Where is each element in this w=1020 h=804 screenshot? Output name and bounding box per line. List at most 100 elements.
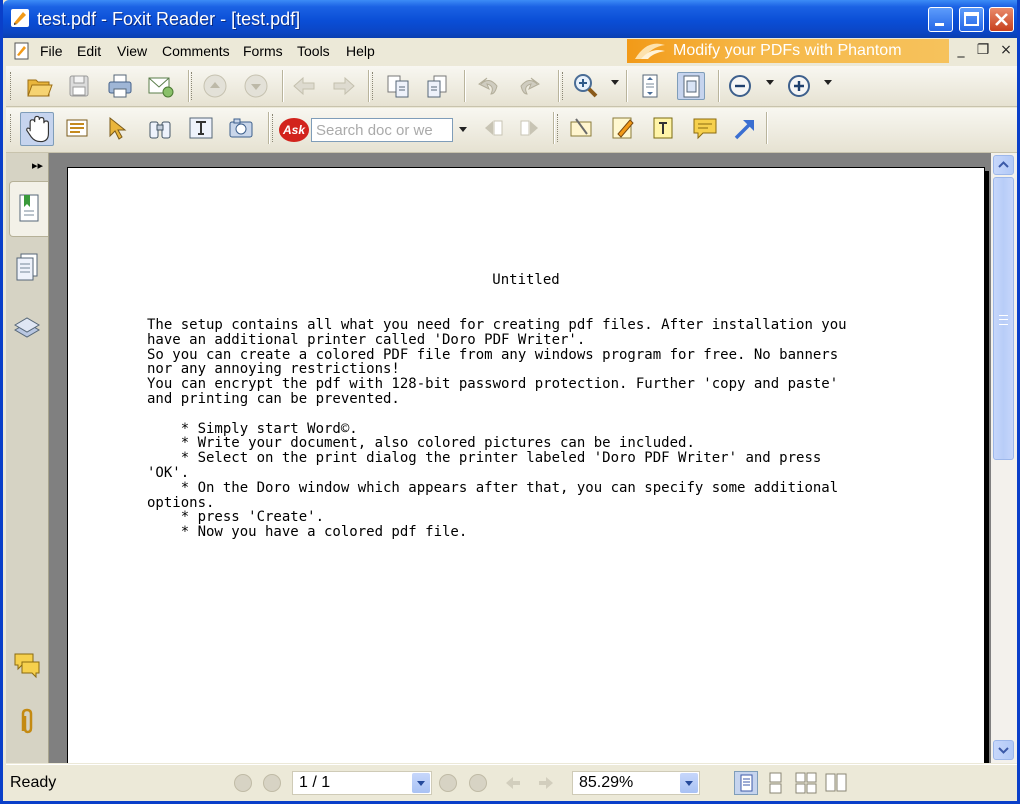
insert-page-button[interactable] [424, 72, 452, 100]
zoom-out-button[interactable] [726, 72, 754, 100]
menu-forms[interactable]: Forms [243, 43, 283, 59]
pages-thumbnail-icon[interactable] [12, 251, 42, 283]
previous-page-status-button[interactable] [263, 774, 281, 792]
attach-file-button[interactable] [567, 114, 595, 142]
back-arrow-icon [293, 76, 315, 96]
search-previous-button[interactable] [479, 114, 507, 142]
scroll-thumb[interactable] [993, 177, 1014, 460]
email-button[interactable] [146, 72, 174, 100]
continuous-view-icon[interactable] [764, 771, 788, 795]
maximize-icon [964, 12, 979, 26]
fit-page-icon [642, 74, 658, 98]
forward-view-icon[interactable] [536, 773, 556, 793]
zoom-out-dropdown[interactable] [766, 80, 774, 85]
toolbar-grip[interactable] [557, 114, 561, 142]
zoom-level-field[interactable]: 85.29% [572, 771, 700, 795]
hand-tool-button[interactable] [20, 112, 54, 146]
mdi-close-button[interactable]: × [995, 40, 1017, 60]
text-box-button[interactable] [649, 114, 677, 142]
next-page-status-button[interactable] [439, 774, 457, 792]
note-button[interactable] [691, 114, 719, 142]
search-next-button[interactable] [516, 114, 544, 142]
toolbar-grip[interactable] [272, 114, 276, 142]
fit-page-button[interactable] [636, 72, 664, 100]
redo-button[interactable] [515, 72, 543, 100]
toolbar-grip[interactable] [10, 72, 14, 100]
bookmark-icon [19, 194, 39, 222]
snapshot-button[interactable] [227, 114, 255, 142]
text-select-tool-button[interactable] [63, 114, 91, 142]
down-arrow-icon [244, 74, 268, 98]
bookmarks-tab[interactable] [9, 181, 48, 237]
back-button[interactable] [290, 72, 318, 100]
text-box-icon [653, 117, 673, 139]
toolbar-separator [766, 112, 768, 144]
single-page-view-icon[interactable] [734, 771, 758, 795]
status-bar: Ready 1 / 1 85.29% [6, 764, 1017, 801]
typewriter-button[interactable] [187, 114, 215, 142]
page-number-field[interactable]: 1 / 1 [292, 771, 432, 795]
pdf-page[interactable]: Untitled The setup contains all what you… [67, 167, 985, 763]
undo-button[interactable] [475, 72, 503, 100]
chevron-down-icon [998, 747, 1009, 754]
zoom-in-button[interactable] [785, 72, 813, 100]
scroll-up-button[interactable] [993, 155, 1014, 175]
toolbar-separator [268, 112, 270, 144]
document-viewport[interactable]: Untitled The setup contains all what you… [49, 153, 991, 763]
search-dropdown[interactable] [459, 127, 467, 132]
menu-help[interactable]: Help [346, 43, 375, 59]
back-view-icon[interactable] [503, 773, 523, 793]
sidebar-expand-toggle[interactable]: ▸▸ [32, 159, 43, 172]
find-button[interactable] [146, 114, 174, 142]
scroll-down-button[interactable] [993, 740, 1014, 760]
document-body-text: The setup contains all what you need for… [147, 317, 847, 541]
printer-icon [108, 74, 132, 98]
menu-file[interactable]: File [40, 43, 63, 59]
print-button[interactable] [106, 72, 134, 100]
close-button[interactable] [989, 7, 1014, 32]
vertical-scrollbar[interactable] [991, 153, 1017, 763]
undo-icon [478, 77, 498, 95]
pencil-tool-button[interactable] [609, 114, 637, 142]
save-button[interactable] [65, 72, 93, 100]
phantom-promo-banner[interactable]: Modify your PDFs with Phantom [627, 39, 949, 63]
up-arrow-icon [203, 74, 227, 98]
attachments-paperclip-icon[interactable] [12, 706, 42, 738]
open-button[interactable] [25, 72, 53, 100]
extract-page-button[interactable] [384, 72, 412, 100]
maximize-button[interactable] [959, 7, 984, 32]
first-page-button[interactable] [234, 774, 252, 792]
attachment-note-icon [570, 118, 592, 137]
mdi-minimize-button[interactable]: _ [950, 40, 972, 60]
zoom-in-dropdown[interactable] [824, 80, 832, 85]
select-tool-button[interactable] [104, 114, 132, 142]
comment-note-icon [693, 118, 717, 140]
zoom-dropdown-button[interactable] [680, 773, 698, 793]
toolbar-grip[interactable] [10, 114, 14, 142]
title-bar[interactable]: test.pdf - Foxit Reader - [test.pdf] [3, 0, 1017, 38]
layers-icon[interactable] [12, 310, 42, 342]
page-dropdown-button[interactable] [412, 773, 430, 793]
menu-view[interactable]: View [117, 43, 147, 59]
comments-panel-icon[interactable] [12, 650, 42, 682]
next-page-button[interactable] [242, 72, 270, 100]
menu-edit[interactable]: Edit [77, 43, 101, 59]
previous-page-button[interactable] [201, 72, 229, 100]
search-previous-icon [485, 120, 503, 136]
search-input[interactable]: Search doc or we [311, 118, 453, 142]
facing-continuous-view-icon[interactable] [794, 771, 818, 795]
menu-tools[interactable]: Tools [297, 43, 330, 59]
mdi-restore-button[interactable]: ❐ [972, 40, 994, 60]
facing-view-icon[interactable] [824, 771, 848, 795]
toolbar-grip[interactable] [191, 72, 195, 100]
zoom-tool-dropdown[interactable] [611, 80, 619, 85]
last-page-button[interactable] [469, 774, 487, 792]
toolbar-grip[interactable] [562, 72, 566, 100]
zoom-tool-button[interactable] [571, 72, 599, 100]
menu-comments[interactable]: Comments [162, 43, 230, 59]
minimize-button[interactable] [928, 7, 953, 32]
arrow-tool-button[interactable] [731, 114, 759, 142]
toolbar-grip[interactable] [372, 72, 376, 100]
forward-button[interactable] [330, 72, 358, 100]
actual-size-button[interactable] [677, 72, 705, 100]
